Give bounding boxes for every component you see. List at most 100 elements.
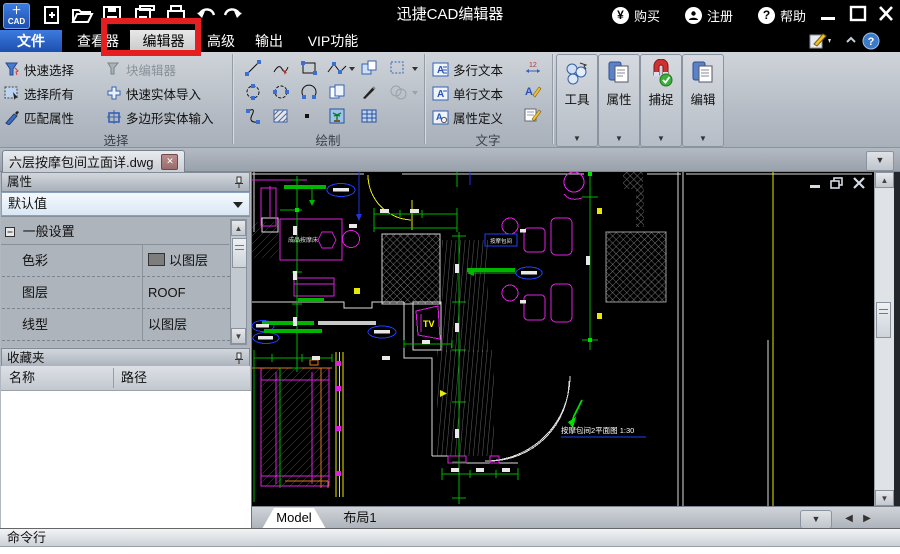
- quick-select-button[interactable]: 快速选择: [4, 58, 74, 80]
- edit-icon: [692, 61, 713, 83]
- match-properties-button[interactable]: 匹配属性: [4, 106, 74, 128]
- block-editor-icon: [107, 62, 120, 75]
- dtext-button[interactable]: A 单行文本: [432, 82, 503, 104]
- edit-text-button[interactable]: A: [524, 83, 544, 103]
- draw-circle2-button[interactable]: [272, 83, 292, 103]
- close-button[interactable]: [875, 4, 899, 26]
- draw-arc-button[interactable]: [300, 83, 320, 103]
- plan-title-label: 按摩包间2平面图 1:30: [561, 425, 634, 435]
- tab-advanced[interactable]: 高级: [200, 30, 242, 52]
- draw-point-button[interactable]: [301, 110, 321, 130]
- tools-icon: [566, 62, 588, 85]
- document-tab-dropdown-button[interactable]: ▼: [866, 151, 894, 171]
- save-button[interactable]: [100, 4, 124, 26]
- mdi-minimize-icon[interactable]: [808, 177, 822, 189]
- tab-output[interactable]: 输出: [248, 30, 290, 52]
- collapse-minus-icon: [5, 227, 15, 237]
- property-row-linetype[interactable]: 线型 以图层: [2, 309, 230, 341]
- block-editor-button[interactable]: 块编辑器: [106, 58, 176, 80]
- maximize-button[interactable]: [847, 4, 871, 26]
- question-icon: ?: [758, 6, 775, 24]
- select-all-button[interactable]: 选择所有: [4, 82, 74, 104]
- property-grid-scrollbar[interactable]: ▲ ▼: [230, 219, 247, 345]
- document-tab[interactable]: 六层按摩包间立面详.dwg ✕: [2, 150, 186, 172]
- draw-spline-button[interactable]: [244, 107, 264, 127]
- edit-attribute-button[interactable]: [524, 107, 544, 127]
- favorites-list[interactable]: [1, 390, 251, 528]
- scroll-up-icon[interactable]: ▲: [231, 220, 246, 236]
- snap-panel-button[interactable]: 捕捉 ▼: [640, 54, 682, 147]
- draw-rectangle-button[interactable]: [300, 59, 320, 79]
- command-input-area[interactable]: [0, 547, 900, 554]
- print-button[interactable]: [164, 4, 188, 26]
- property-row-color[interactable]: 色彩 以图层: [2, 245, 230, 277]
- draw-polyline-button[interactable]: [272, 59, 292, 79]
- scroll-up-icon[interactable]: ▲: [875, 172, 894, 188]
- select-all-icon: [4, 86, 18, 100]
- buy-button[interactable]: ¥ 购买: [612, 0, 660, 30]
- scroll-down-icon[interactable]: ▼: [231, 328, 246, 344]
- mdi-restore-icon[interactable]: [830, 177, 844, 189]
- property-preset-select[interactable]: 默认值: [1, 192, 250, 216]
- save-as-button[interactable]: [133, 4, 157, 26]
- tab-model[interactable]: Model: [262, 508, 326, 529]
- pin-icon[interactable]: [234, 352, 244, 365]
- draw-node-polyline-button[interactable]: [326, 59, 356, 79]
- favorites-column-header[interactable]: 名称 路径: [1, 366, 250, 391]
- draw-gradient-button[interactable]: [360, 83, 380, 103]
- property-section-row[interactable]: 一般设置: [1, 219, 229, 245]
- mdi-close-icon[interactable]: [852, 177, 866, 189]
- tools-panel-button[interactable]: 工具 ▼: [556, 54, 598, 147]
- scrollbar-thumb[interactable]: [876, 302, 891, 338]
- dtext-icon: A: [432, 86, 449, 100]
- insert-table-button[interactable]: [360, 107, 380, 127]
- draw-line-button[interactable]: [244, 59, 264, 79]
- help-button[interactable]: ? 帮助: [758, 0, 806, 30]
- draw-hatch-button[interactable]: [272, 107, 292, 127]
- tab-editor[interactable]: 编辑器: [130, 30, 197, 52]
- scroll-right-icon[interactable]: ▶: [858, 510, 876, 527]
- brush-icon: [5, 111, 19, 125]
- scroll-left-icon[interactable]: ◀: [840, 510, 858, 527]
- tab-vip[interactable]: VIP功能: [298, 30, 368, 52]
- draw-circle-button[interactable]: [244, 83, 264, 103]
- select-group-label: 选择: [103, 134, 129, 148]
- quick-entity-import-button[interactable]: 快速实体导入: [106, 82, 201, 104]
- open-file-button[interactable]: [70, 4, 94, 26]
- edit-panel-button[interactable]: 编辑 ▼: [682, 54, 724, 147]
- scroll-down-icon[interactable]: ▼: [875, 490, 894, 506]
- tab-layout1[interactable]: 布局1: [332, 508, 388, 529]
- help-circle-button[interactable]: ?: [862, 32, 880, 52]
- collapse-ribbon-button[interactable]: [843, 34, 859, 54]
- svg-text:A: A: [525, 86, 533, 98]
- canvas-vertical-scrollbar[interactable]: ▲ ▼: [874, 172, 894, 506]
- copy-entity-button[interactable]: [328, 83, 348, 103]
- command-line-bar[interactable]: 命令行: [0, 528, 900, 547]
- polygon-entity-input-button[interactable]: 多边形实体输入: [106, 106, 214, 128]
- text-scale-button[interactable]: 12: [524, 59, 544, 79]
- draw-boundary-button[interactable]: [388, 59, 420, 79]
- insert-image-button[interactable]: [328, 107, 348, 127]
- properties-panel-button[interactable]: 属性 ▼: [598, 54, 640, 147]
- tab-viewer[interactable]: 查看器: [70, 30, 126, 52]
- region-button-disabled[interactable]: [388, 83, 420, 103]
- yuan-icon: ¥: [612, 6, 629, 24]
- annotate-pencil-button[interactable]: [808, 31, 834, 51]
- attribute-define-button[interactable]: A 属性定义: [432, 106, 503, 128]
- mtext-icon: A: [432, 62, 449, 76]
- cad-drawing-canvas[interactable]: 成品按摩床 按摩包间 TV 按摩包间2平面图 1:30: [252, 172, 874, 506]
- layout-tab-dropdown-button[interactable]: ▼: [800, 510, 832, 529]
- undo-button[interactable]: [194, 4, 218, 26]
- command-line-label: 命令行: [7, 530, 47, 545]
- pin-icon[interactable]: [234, 176, 244, 189]
- redo-button[interactable]: [221, 4, 245, 26]
- document-tab-close-icon[interactable]: ✕: [161, 153, 179, 170]
- tab-file[interactable]: 文件: [0, 30, 62, 52]
- insert-block-button[interactable]: [360, 59, 380, 79]
- scrollbar-thumb[interactable]: [232, 238, 247, 268]
- property-row-layer[interactable]: 图层 ROOF: [2, 277, 230, 309]
- new-file-button[interactable]: [40, 4, 64, 26]
- mtext-button[interactable]: A 多行文本: [432, 58, 503, 80]
- minimize-button[interactable]: [818, 8, 842, 30]
- register-button[interactable]: 注册: [685, 0, 733, 30]
